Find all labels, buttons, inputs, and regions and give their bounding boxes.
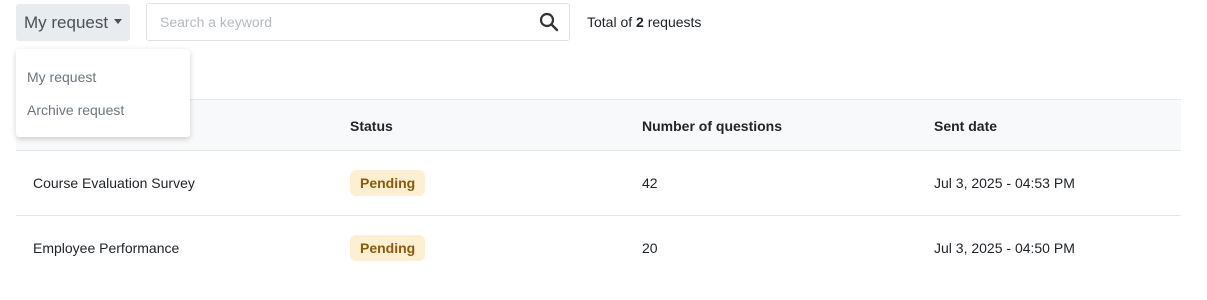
- caret-down-icon: [114, 19, 123, 24]
- header-number-of-questions[interactable]: Number of questions: [642, 118, 782, 134]
- request-name[interactable]: Course Evaluation Survey: [33, 175, 195, 191]
- status-badge: Pending: [350, 235, 426, 261]
- request-filter-dropdown[interactable]: My request: [16, 4, 130, 41]
- requests-table: Status Number of questions Sent date Cou…: [16, 99, 1181, 281]
- question-count: 20: [642, 240, 658, 256]
- request-count-prefix: Total of: [587, 14, 633, 30]
- question-count: 42: [642, 175, 658, 191]
- request-filter-label: My request: [24, 12, 109, 32]
- search-box: [146, 3, 570, 41]
- menu-item-archive-request[interactable]: Archive request: [27, 102, 124, 118]
- search-icon[interactable]: [539, 12, 559, 32]
- search-input[interactable]: [147, 4, 527, 40]
- header-status[interactable]: Status: [350, 118, 393, 134]
- header-sent-date[interactable]: Sent date: [934, 118, 997, 134]
- table-row[interactable]: Employee Performance Pending 20 Jul 3, 2…: [16, 216, 1181, 281]
- toolbar: My request Total of 2 requests: [0, 0, 1207, 48]
- request-count-suffix: requests: [647, 14, 702, 30]
- status-badge: Pending: [350, 170, 426, 196]
- table-header: Status Number of questions Sent date: [16, 99, 1181, 151]
- sent-date: Jul 3, 2025 - 04:50 PM: [934, 240, 1075, 256]
- sent-date: Jul 3, 2025 - 04:53 PM: [934, 175, 1075, 191]
- table-row[interactable]: Course Evaluation Survey Pending 42 Jul …: [16, 151, 1181, 216]
- menu-item-my-request[interactable]: My request: [27, 69, 96, 85]
- request-count: Total of 2 requests: [587, 14, 701, 30]
- request-name[interactable]: Employee Performance: [33, 240, 179, 256]
- request-count-value: 2: [636, 14, 644, 30]
- request-filter-menu: My request Archive request: [16, 49, 190, 137]
